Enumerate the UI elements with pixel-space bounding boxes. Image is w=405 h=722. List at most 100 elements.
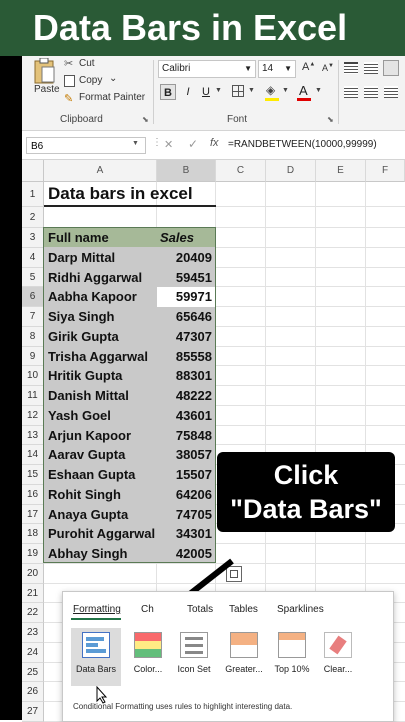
column-header[interactable]: B — [157, 160, 216, 182]
name-cell[interactable]: Eshaan Gupta — [44, 465, 157, 485]
column-header[interactable]: F — [366, 160, 405, 182]
cut-button[interactable]: ✂ Cut — [64, 58, 124, 72]
name-cell[interactable]: Purohit Aggarwal — [44, 524, 157, 544]
column-header[interactable]: C — [216, 160, 266, 182]
row-header[interactable]: 2 — [22, 207, 44, 228]
formula-input[interactable]: =RANDBETWEEN(10000,99999) — [228, 139, 377, 150]
name-cell[interactable]: Hritik Gupta — [44, 366, 157, 386]
sales-cell[interactable]: 65646 — [157, 307, 215, 327]
sales-cell[interactable]: 47307 — [157, 327, 215, 347]
row-header[interactable]: 12 — [22, 405, 44, 426]
fill-color-icon[interactable]: ◈ — [266, 83, 275, 97]
row-header[interactable]: 6 — [22, 287, 44, 307]
column-header[interactable]: D — [266, 160, 316, 182]
tab-totals[interactable]: Totals — [187, 604, 213, 615]
row-header[interactable]: 17 — [22, 504, 44, 525]
greater-than-option[interactable]: Greater... — [219, 632, 269, 674]
borders-icon[interactable] — [232, 85, 244, 97]
sales-cell[interactable]: 74705 — [157, 505, 215, 525]
row-header[interactable]: 23 — [22, 623, 44, 643]
row-header[interactable]: 24 — [22, 642, 44, 663]
align-center-icon[interactable] — [364, 86, 378, 98]
name-cell[interactable]: Rohit Singh — [44, 485, 157, 505]
italic-button[interactable]: I — [180, 84, 196, 100]
font-color-icon[interactable]: A — [299, 83, 308, 98]
sales-cell[interactable]: 43601 — [157, 406, 215, 426]
name-cell[interactable]: Darp Mittal — [44, 248, 157, 268]
row-header[interactable]: 13 — [22, 425, 44, 446]
tab-sparklines[interactable]: Sparklines — [277, 604, 324, 615]
row-header[interactable]: 26 — [22, 682, 44, 702]
align-right-icon[interactable] — [384, 86, 398, 98]
name-cell[interactable]: Ridhi Aggarwal — [44, 268, 157, 288]
increase-font-size-icon[interactable]: A▲ — [302, 61, 315, 73]
name-box[interactable]: B6 — [26, 137, 146, 154]
paste-button[interactable]: Paste — [28, 58, 60, 98]
align-middle-icon[interactable] — [364, 62, 378, 74]
underline-dropdown-icon[interactable]: ▼ — [215, 87, 222, 94]
icon-set-option[interactable]: Icon Set — [169, 632, 219, 674]
row-header[interactable]: 18 — [22, 524, 44, 544]
align-top-icon[interactable] — [344, 62, 358, 74]
name-cell[interactable]: Danish Mittal — [44, 386, 157, 406]
copy-dropdown-icon[interactable]: ⌄ — [109, 73, 117, 84]
name-cell[interactable]: Yash Goel — [44, 406, 157, 426]
row-header[interactable]: 21 — [22, 583, 44, 604]
name-cell[interactable]: Trisha Aggarwal — [44, 347, 157, 367]
row-header[interactable]: 19 — [22, 544, 44, 564]
row-header[interactable]: 16 — [22, 484, 44, 505]
format-painter-button[interactable]: ✎ Format Painter — [64, 92, 149, 106]
cancel-icon[interactable]: ✕ — [164, 138, 173, 151]
name-cell[interactable]: Girik Gupta — [44, 327, 157, 347]
sales-cell[interactable]: 59451 — [157, 268, 215, 288]
clipboard-dialog-launcher-icon[interactable]: ⬊ — [142, 115, 149, 124]
font-size-dropdown[interactable]: 14 ▼ — [258, 60, 296, 78]
fill-dropdown-icon[interactable]: ▼ — [282, 87, 289, 94]
row-header[interactable]: 3 — [22, 228, 44, 248]
row-header[interactable]: 10 — [22, 366, 44, 386]
clear-format-option[interactable]: Clear... — [313, 632, 363, 674]
tab-tables[interactable]: Tables — [229, 604, 258, 615]
sales-cell[interactable]: 85558 — [157, 347, 215, 367]
underline-button[interactable]: U — [198, 84, 214, 100]
font-color-dropdown-icon[interactable]: ▼ — [315, 87, 322, 94]
row-header[interactable]: 11 — [22, 386, 44, 406]
bold-button[interactable]: B — [160, 84, 176, 100]
copy-button[interactable]: Copy ⌄ — [64, 73, 124, 89]
align-left-icon[interactable] — [344, 86, 358, 98]
sales-cell[interactable]: 59971 — [157, 287, 215, 307]
sales-cell[interactable]: 38057 — [157, 445, 215, 465]
row-header[interactable]: 4 — [22, 247, 44, 268]
name-cell[interactable]: Aarav Gupta — [44, 445, 157, 465]
row-header[interactable]: 27 — [22, 702, 44, 722]
sales-cell[interactable]: 20409 — [157, 248, 215, 268]
column-header[interactable]: A — [44, 160, 157, 182]
row-header[interactable]: 7 — [22, 307, 44, 327]
column-header[interactable]: E — [316, 160, 366, 182]
color-scale-option[interactable]: Color... — [123, 632, 173, 674]
sales-cell[interactable]: 88301 — [157, 366, 215, 386]
header-sales[interactable]: Sales — [157, 228, 215, 247]
row-header[interactable]: 8 — [22, 326, 44, 347]
row-header[interactable]: 1 — [22, 182, 44, 207]
sales-cell[interactable]: 75848 — [157, 426, 215, 446]
top-10-option[interactable]: Top 10% — [267, 632, 317, 674]
name-cell[interactable]: Anaya Gupta — [44, 505, 157, 525]
sales-cell[interactable]: 48222 — [157, 386, 215, 406]
align-bottom-icon[interactable] — [383, 60, 399, 76]
font-name-dropdown[interactable]: Calibri ▼ — [158, 60, 256, 78]
header-full-name[interactable]: Full name — [44, 228, 157, 247]
name-cell[interactable]: Siya Singh — [44, 307, 157, 327]
name-box-dropdown-icon[interactable]: ▼ — [132, 140, 139, 147]
name-cell[interactable]: Arjun Kapoor — [44, 426, 157, 446]
insert-function-icon[interactable]: fx — [210, 137, 219, 149]
sales-cell[interactable]: 15507 — [157, 465, 215, 485]
enter-icon[interactable]: ✓ — [188, 137, 198, 151]
row-header[interactable]: 9 — [22, 346, 44, 367]
row-header[interactable]: 14 — [22, 445, 44, 465]
select-all-corner[interactable] — [22, 160, 44, 182]
tab-charts[interactable]: Ch — [141, 604, 154, 615]
sales-cell[interactable]: 64206 — [157, 485, 215, 505]
name-cell[interactable]: Aabha Kapoor — [44, 287, 157, 307]
font-dialog-launcher-icon[interactable]: ⬊ — [327, 115, 334, 124]
